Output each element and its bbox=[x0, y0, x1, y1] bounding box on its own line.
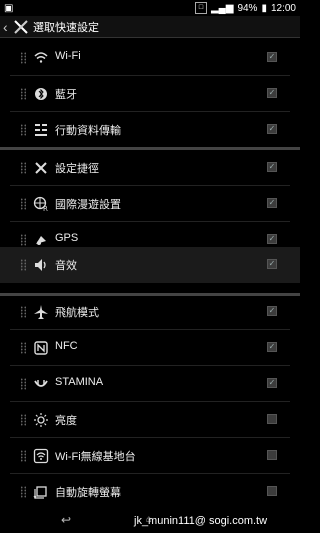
list-item-label: GPS bbox=[55, 232, 79, 244]
hotspot-icon bbox=[33, 448, 49, 464]
list-item-label: 亮度 bbox=[55, 415, 77, 427]
back-arrow-icon[interactable]: ‹ bbox=[3, 19, 9, 35]
list-item-stamina[interactable]: STAMINA ✓ bbox=[0, 366, 300, 402]
list-item-nfc[interactable]: NFC ✓ bbox=[0, 330, 300, 366]
checkbox[interactable]: ✓ bbox=[267, 162, 277, 172]
list-item-label: 飛航模式 bbox=[55, 307, 99, 319]
sound-icon bbox=[35, 259, 46, 271]
checkbox[interactable]: ✓ bbox=[267, 88, 277, 98]
checkbox[interactable]: ✓ bbox=[267, 259, 277, 269]
gps-icon bbox=[36, 236, 46, 245]
list-item-settings-shortcut[interactable]: 設定捷徑 ✓ bbox=[0, 150, 300, 186]
list-item-auto-rotate[interactable]: 自動旋轉螢幕 bbox=[0, 474, 300, 510]
wifi-icon bbox=[34, 52, 48, 63]
checkbox[interactable]: ✓ bbox=[267, 124, 277, 134]
drag-handle[interactable] bbox=[20, 234, 27, 246]
checkbox[interactable]: ✓ bbox=[267, 234, 277, 244]
tools-icon bbox=[14, 19, 28, 34]
notification-icon: □ bbox=[194, 2, 207, 14]
drag-handle[interactable] bbox=[20, 124, 27, 136]
list-item-label: 設定捷徑 bbox=[55, 163, 99, 175]
auto-rotate-icon bbox=[33, 486, 47, 500]
list-item-bluetooth[interactable]: 藍牙 ✓ bbox=[0, 76, 300, 112]
list-item-sound[interactable]: 音效 ✓ bbox=[0, 247, 300, 283]
brightness-icon bbox=[34, 413, 48, 427]
watermark: jk_munin111@ sogi.com.tw bbox=[134, 515, 268, 527]
stamina-icon bbox=[34, 380, 48, 387]
drag-handle[interactable] bbox=[20, 450, 27, 462]
list-item-label: NFC bbox=[55, 340, 78, 352]
checkbox[interactable] bbox=[267, 450, 277, 460]
checkbox[interactable]: ✓ bbox=[267, 342, 277, 352]
mobile-data-icon bbox=[35, 124, 47, 136]
drag-handle[interactable] bbox=[20, 342, 27, 354]
signal-icon: ▂▄▆ bbox=[210, 2, 234, 14]
roaming-icon: R bbox=[33, 196, 48, 212]
list-item-brightness[interactable]: 亮度 bbox=[0, 402, 300, 438]
status-bar: ▣ □ ▂▄▆ 94% ▮ 12:00 bbox=[0, 0, 300, 16]
list-item-label: 自動旋轉螢幕 bbox=[55, 487, 121, 499]
settings-shortcut-icon bbox=[35, 162, 47, 174]
list-item-label: STAMINA bbox=[55, 376, 104, 388]
navigation-bar: ↩ ⌂ jk_munin111@ sogi.com.tw bbox=[0, 509, 300, 533]
checkbox[interactable] bbox=[267, 414, 277, 424]
checkbox[interactable]: ✓ bbox=[267, 198, 277, 208]
list-item-roaming[interactable]: R 國際漫遊設置 ✓ bbox=[0, 186, 300, 222]
checkbox[interactable] bbox=[267, 486, 277, 496]
list-item-label: Wi-Fi bbox=[55, 50, 81, 62]
drag-handle[interactable] bbox=[20, 162, 27, 174]
list-item-label: 音效 bbox=[55, 260, 77, 272]
list-item-airplane[interactable]: 飛航模式 ✓ bbox=[0, 294, 300, 330]
image-icon: ▣ bbox=[4, 3, 14, 14]
bluetooth-icon bbox=[35, 88, 47, 100]
drag-handle[interactable] bbox=[20, 306, 27, 318]
title-bar: ‹ 選取快速設定 bbox=[0, 16, 300, 38]
drag-handle[interactable] bbox=[20, 259, 27, 271]
drag-handle[interactable] bbox=[20, 88, 27, 100]
checkbox[interactable]: ✓ bbox=[267, 378, 277, 388]
svg-text:R: R bbox=[43, 205, 48, 212]
checkbox[interactable]: ✓ bbox=[267, 52, 277, 62]
drag-handle[interactable] bbox=[20, 414, 27, 426]
nfc-icon bbox=[34, 341, 48, 355]
list-item-mobile-data[interactable]: 行動資料傳輸 ✓ bbox=[0, 112, 300, 148]
drag-handle[interactable] bbox=[20, 486, 27, 498]
airplane-icon bbox=[34, 305, 48, 319]
status-time: 12:00 bbox=[270, 2, 296, 14]
list-item-label: Wi-Fi無線基地台 bbox=[55, 451, 136, 463]
list-item-label: 行動資料傳輸 bbox=[55, 125, 121, 137]
list-item-label: 藍牙 bbox=[55, 89, 77, 101]
back-icon[interactable]: ↩ bbox=[61, 513, 71, 527]
battery-icon: ▮ bbox=[261, 2, 267, 14]
drag-handle[interactable] bbox=[20, 378, 27, 390]
drag-handle[interactable] bbox=[20, 52, 27, 64]
drag-handle[interactable] bbox=[20, 198, 27, 210]
list-item-wifi[interactable]: Wi-Fi ✓ bbox=[0, 40, 300, 76]
list-item-hotspot[interactable]: Wi-Fi無線基地台 bbox=[0, 438, 300, 474]
battery-percent: 94% bbox=[237, 2, 258, 14]
checkbox[interactable]: ✓ bbox=[267, 306, 277, 316]
page-title: 選取快速設定 bbox=[33, 21, 99, 34]
list-item-label: 國際漫遊設置 bbox=[55, 199, 121, 211]
